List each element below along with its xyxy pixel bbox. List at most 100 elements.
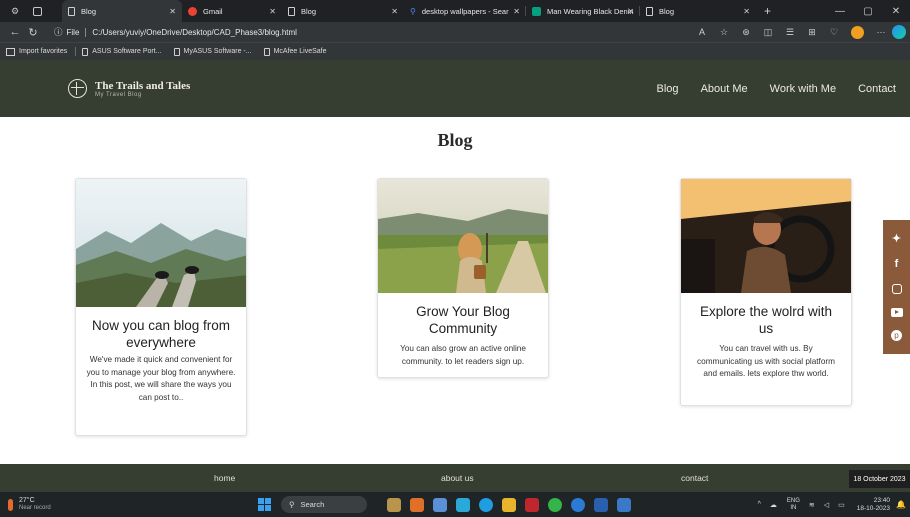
card-title[interactable]: Now you can blog from everywhere (76, 317, 246, 351)
read-aloud-icon[interactable]: A (691, 27, 713, 37)
close-tab-icon[interactable]: ✕ (391, 7, 398, 16)
notification-bell-icon[interactable]: 🔔 (896, 500, 906, 509)
footer-contact-link[interactable]: contact (681, 473, 708, 483)
blog-card-3[interactable]: Explore the wolrd with us You can travel… (680, 178, 852, 406)
favorites-bar: Import favorites ASUS Software Port... M… (0, 42, 910, 60)
twitter-icon[interactable]: ✦ (892, 233, 901, 245)
thermometer-icon (8, 498, 13, 511)
mcafee-icon[interactable] (525, 497, 539, 512)
cloud-icon[interactable]: ☁ (770, 501, 777, 509)
nav-work-with-me[interactable]: Work with Me (770, 83, 836, 95)
tab-title: Blog (301, 6, 317, 16)
favorite-label: MyASUS Software -... (183, 48, 252, 55)
refresh-icon[interactable]: ↻ (24, 26, 42, 39)
url-field[interactable]: ⓘ File C:/Users/yuviy/OneDrive/Desktop/C… (54, 26, 297, 38)
file-explorer-icon[interactable] (433, 497, 447, 512)
page-icon (68, 6, 75, 16)
copilot-icon[interactable] (892, 25, 906, 39)
browser-toolbar: A ☆ ⊛ ◫ ☰ ⊞ ♡ ··· (691, 22, 910, 42)
battery-icon[interactable]: ▭ (838, 501, 845, 509)
tab-blog-active[interactable]: Blog ✕ (62, 0, 182, 22)
windows-start-icon[interactable] (258, 498, 271, 511)
site-nav: Blog About Me Work with Me Contact (635, 60, 896, 117)
blog-card-1[interactable]: Now you can blog from everywhere We've m… (75, 178, 247, 436)
date-chip: 18 October 2023 (849, 470, 910, 488)
taskbar-center: ⚲ Search (258, 492, 640, 517)
chevron-up-icon[interactable]: ^ (758, 501, 761, 508)
close-tab-icon[interactable]: ✕ (743, 7, 750, 16)
page-icon (646, 6, 653, 16)
tab-blog-3[interactable]: Blog ✕ (640, 0, 756, 22)
tab-pexels[interactable]: Man Wearing Black Denin ✕ (526, 0, 640, 22)
url-prefix: File (66, 27, 80, 37)
clock[interactable]: 23:40 18-10-2023 (857, 497, 890, 513)
nav-about-me[interactable]: About Me (701, 83, 748, 95)
performance-icon[interactable]: ♡ (823, 27, 845, 38)
nav-blog[interactable]: Blog (657, 83, 679, 95)
blog-card-2[interactable]: Grow Your Blog Community You can also gr… (377, 178, 549, 378)
collections-icon[interactable]: ⊞ (801, 27, 823, 38)
extensions-icon[interactable]: ⊛ (735, 27, 757, 38)
facebook-icon[interactable]: f (895, 258, 899, 270)
tab-blog-2[interactable]: Blog ✕ (282, 0, 404, 22)
brand[interactable]: The Trails and Tales My Travel Blog (68, 79, 190, 98)
teams-icon[interactable] (456, 497, 470, 512)
taskbar-search[interactable]: ⚲ Search (281, 496, 367, 513)
weather-widget[interactable]: 27°C Near record (8, 497, 51, 512)
edge-icon[interactable] (479, 497, 493, 512)
vscode-icon[interactable] (617, 497, 631, 512)
card-title[interactable]: Grow Your Blog Community (378, 303, 548, 337)
footer-home-link[interactable]: home (214, 473, 235, 483)
favorite-myasus[interactable]: MyASUS Software -... (173, 47, 252, 56)
language-indicator[interactable]: ENG IN (787, 498, 800, 512)
address-bar: ← ↻ ⓘ File C:/Users/yuviy/OneDrive/Deskt… (0, 22, 910, 42)
favorites-icon[interactable]: ☰ (779, 27, 801, 38)
favorite-star-icon[interactable]: ☆ (713, 27, 735, 38)
profile-avatar[interactable] (851, 25, 864, 39)
close-window-icon[interactable]: ✕ (882, 6, 910, 17)
word-icon[interactable] (594, 497, 608, 512)
favorite-asus-software[interactable]: ASUS Software Port... (82, 47, 162, 56)
widgets-icon[interactable] (387, 497, 401, 512)
close-tab-icon[interactable]: ✕ (269, 7, 276, 16)
taskbar: 27°C Near record ⚲ Search ^ ☁ ENG IN ≋ ◁… (0, 492, 910, 517)
close-tab-icon[interactable]: ✕ (169, 7, 176, 16)
nav-contact[interactable]: Contact (858, 83, 896, 95)
youtube-icon[interactable] (890, 307, 903, 317)
volume-icon[interactable]: ◁ (824, 501, 829, 509)
cortana-icon[interactable] (571, 497, 585, 512)
pexels-icon (532, 6, 541, 16)
site-footer: home about us contact (0, 464, 910, 492)
new-tab-icon[interactable]: + (764, 4, 771, 18)
site-header: The Trails and Tales My Travel Blog Blog… (0, 60, 910, 117)
chrome-icon[interactable] (548, 497, 562, 512)
tab-wallpapers-search[interactable]: ⚲ desktop wallpapers - Sear ✕ (404, 0, 526, 22)
url-text: C:/Users/yuviy/OneDrive/Desktop/CAD_Phas… (92, 27, 297, 37)
back-icon[interactable]: ← (6, 26, 24, 38)
system-tray: ^ ☁ ENG IN ≋ ◁ ▭ 23:40 18-10-2023 🔔 (749, 492, 906, 517)
maximize-icon[interactable]: ▢ (854, 6, 882, 17)
close-tab-icon[interactable]: ✕ (513, 7, 520, 16)
import-icon (6, 47, 15, 56)
folder-icon[interactable] (502, 497, 516, 512)
card-title[interactable]: Explore the wolrd with us (681, 303, 851, 337)
close-tab-icon[interactable]: ✕ (627, 7, 634, 16)
tab-actions-icon[interactable] (30, 4, 44, 18)
pinterest-icon[interactable]: p (891, 330, 902, 342)
info-icon[interactable]: ⓘ (54, 26, 63, 38)
split-screen-icon[interactable]: ◫ (757, 27, 779, 38)
search-icon: ⚲ (289, 500, 295, 509)
app-icon[interactable] (410, 497, 424, 512)
workspaces-icon[interactable]: ⚙ (8, 4, 22, 18)
footer-about-link[interactable]: about us (441, 473, 474, 483)
wifi-icon[interactable]: ≋ (809, 501, 815, 509)
import-favorites-link[interactable]: Import favorites (6, 47, 67, 56)
page-title: Blog (437, 130, 473, 150)
tab-gmail[interactable]: Gmail ✕ (182, 0, 282, 22)
tab-title: Blog (659, 6, 675, 16)
more-menu-icon[interactable]: ··· (870, 27, 892, 37)
instagram-icon[interactable] (891, 283, 902, 294)
mountain-feet-image (76, 179, 246, 307)
minimize-icon[interactable]: — (826, 6, 854, 17)
favorite-mcafee[interactable]: McAfee LiveSafe (263, 47, 327, 56)
